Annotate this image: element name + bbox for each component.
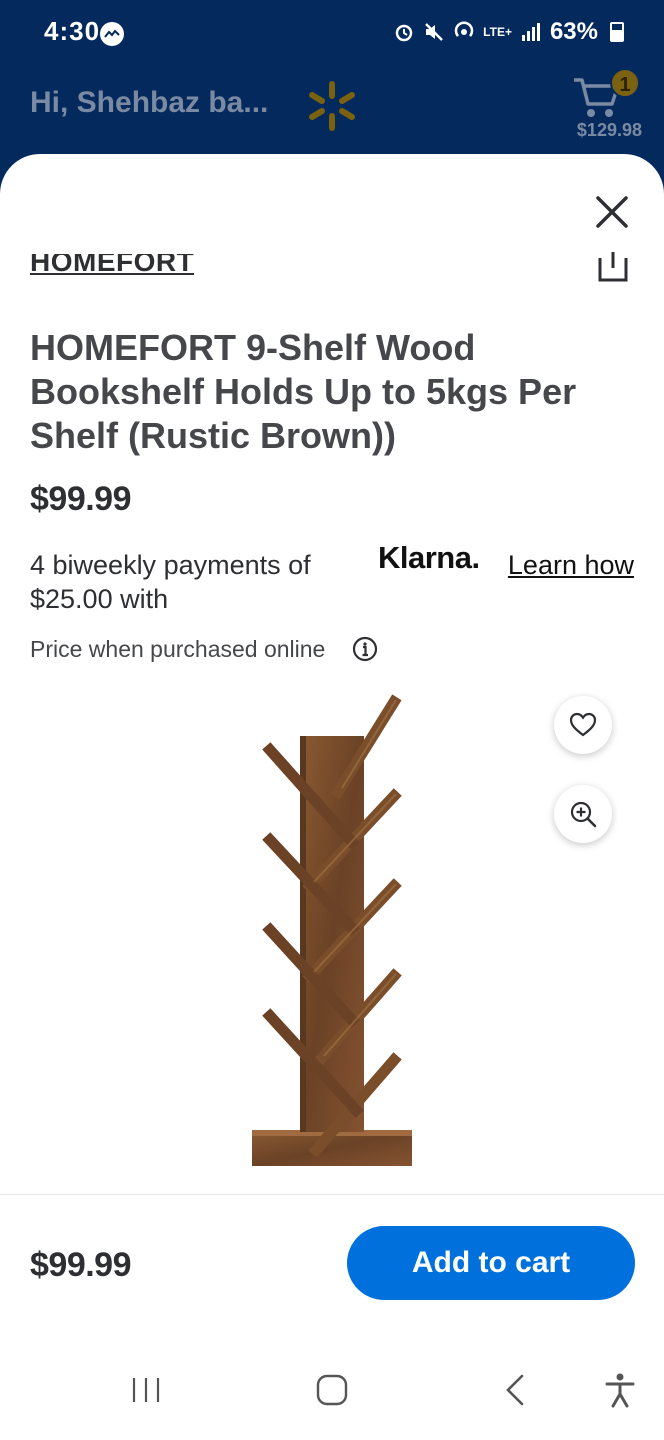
klarna-logo: Klarna. (378, 540, 480, 575)
product-title: HOMEFORT 9-Shelf Wood Bookshelf Holds Up… (30, 327, 577, 456)
product-image[interactable] (240, 690, 430, 1170)
product-price: $99.99 (30, 480, 132, 518)
network-type: LTE+ (483, 25, 512, 39)
share-icon (598, 252, 628, 282)
cart-button[interactable]: 1 $129.98 (562, 68, 642, 144)
recent-apps-icon (132, 1378, 160, 1402)
mute-icon (423, 21, 445, 43)
recent-apps-button[interactable] (126, 1370, 166, 1410)
close-button[interactable] (594, 194, 630, 230)
add-to-cart-button[interactable]: Add to cart (347, 1226, 635, 1300)
zoom-button[interactable] (554, 785, 612, 843)
back-icon (506, 1374, 524, 1406)
favorite-button[interactable] (554, 696, 612, 754)
battery-icon (610, 22, 624, 42)
brand-link[interactable]: HOMEFORT (30, 254, 194, 288)
divider (0, 1194, 664, 1195)
close-icon (596, 196, 628, 228)
klarna-payment-text: 4 biweekly payments of $25.00 with (30, 550, 311, 614)
product-sheet: HOMEFORT HOMEFORT 9-Shelf Wood Bookshelf… (0, 154, 664, 1440)
alarm-icon (393, 21, 415, 43)
accessibility-icon (605, 1373, 635, 1408)
info-icon[interactable] (352, 636, 378, 662)
status-bar: 4:30 LTE+ 63% (0, 0, 664, 64)
hotspot-icon (453, 21, 475, 43)
messenger-icon (100, 22, 124, 46)
status-icons: LTE+ 63% (393, 18, 624, 46)
greeting[interactable]: Hi, Shehbaz ba... (30, 86, 268, 120)
home-button[interactable] (312, 1370, 352, 1410)
zoom-in-icon (570, 801, 597, 828)
learn-how-link[interactable]: Learn how (508, 550, 634, 581)
back-button[interactable] (496, 1370, 536, 1410)
share-button[interactable] (598, 252, 628, 290)
accessibility-button[interactable] (600, 1370, 640, 1410)
heart-icon (569, 712, 597, 737)
home-icon (316, 1374, 348, 1406)
status-time: 4:30 (44, 16, 101, 46)
spark-logo-icon[interactable] (306, 80, 358, 132)
cart-count-badge: 1 (610, 68, 640, 98)
sticky-price: $99.99 (30, 1246, 132, 1284)
signal-icon (520, 21, 542, 43)
system-nav-bar (0, 1340, 664, 1440)
online-price-note: Price when purchased online (30, 636, 326, 662)
cart-total: $129.98 (576, 120, 642, 140)
battery-percent: 63% (549, 18, 598, 45)
